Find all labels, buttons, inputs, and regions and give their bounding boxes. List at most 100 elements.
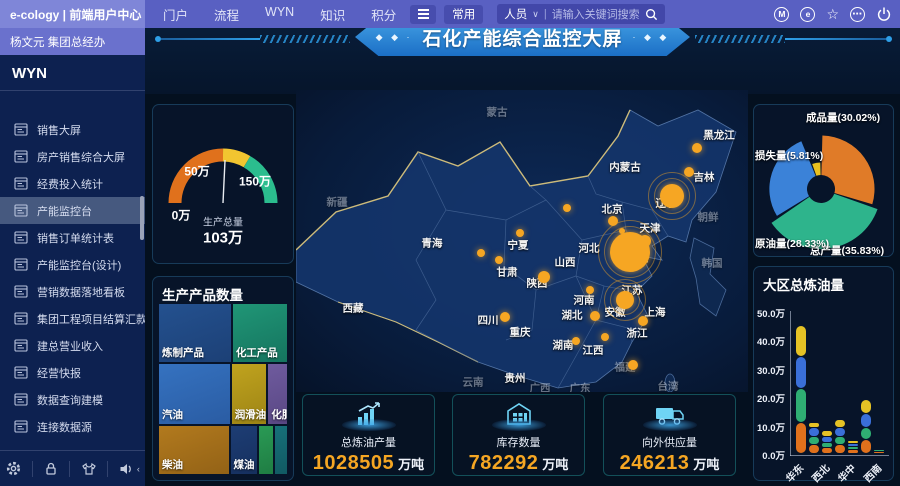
sidebar-item[interactable]: 集团工程项目结算汇款台账 (0, 305, 145, 332)
sidebar-item[interactable]: 经费投入统计 (0, 170, 145, 197)
treemap-cell[interactable] (275, 426, 287, 474)
map-province-label: 甘肃 (497, 265, 518, 280)
bar-segment (874, 450, 884, 451)
map-data-bubble[interactable] (601, 333, 609, 341)
search-icon[interactable] (645, 8, 658, 21)
more-icon[interactable]: ⋯ (850, 7, 865, 22)
bar-segment (874, 452, 884, 453)
bar-column[interactable] (861, 399, 871, 453)
bar-column[interactable] (848, 440, 858, 453)
shirt-icon[interactable] (81, 461, 97, 477)
map-data-bubble[interactable] (495, 256, 503, 264)
map-data-bubble[interactable] (500, 312, 510, 322)
map-data-bubble[interactable] (516, 229, 524, 237)
treemap-cell[interactable]: 化工产品 (233, 304, 287, 362)
sidebar-item[interactable]: 房产销售综合大屏 (0, 143, 145, 170)
lock-icon[interactable] (43, 461, 59, 477)
bar-segment (848, 444, 858, 446)
nav-item-2[interactable]: 流程 (214, 5, 239, 24)
treemap-cell[interactable]: 化肥 (268, 364, 287, 424)
sidebar-item[interactable]: 报表设计 (0, 440, 145, 446)
sidebar-item[interactable]: 销售大屏 (0, 116, 145, 143)
rose-pie-chart (754, 105, 893, 256)
map-province-label: 上海 (645, 305, 666, 320)
bar-segment (796, 357, 806, 387)
search-divider: | (544, 8, 547, 20)
sidebar-scrollbar[interactable] (140, 196, 144, 240)
gear-icon[interactable] (5, 460, 22, 477)
frequently-used-button[interactable]: 常用 (444, 5, 483, 24)
map-data-bubble[interactable] (572, 337, 580, 345)
user-info[interactable]: 杨文元 集团总经办 (0, 28, 145, 55)
map-data-bubble[interactable] (590, 311, 600, 321)
sidebar-item[interactable]: 销售订单统计表 (0, 224, 145, 251)
sidebar-item[interactable]: 经营快报 (0, 359, 145, 386)
map-data-bubble[interactable] (628, 360, 638, 370)
sidebar-item[interactable]: 产能监控台 (0, 197, 145, 224)
kpi-label: 向外供应量 (642, 434, 697, 450)
star-icon[interactable]: ☆ (826, 7, 839, 21)
bubble-ripple-ring (648, 172, 696, 220)
nav-item-5[interactable]: 积分 (371, 5, 396, 24)
sidebar-item-label: 集团工程项目结算汇款台账 (37, 311, 145, 327)
sidebar-item[interactable]: 数据查询建模 (0, 386, 145, 413)
hamburger-menu-icon[interactable] (410, 5, 436, 24)
map-province-label: 吉林 (694, 170, 715, 185)
treemap-cell[interactable]: 柴油 (159, 426, 229, 474)
map-data-bubble[interactable] (684, 167, 694, 177)
header-decor-right (695, 36, 892, 42)
sidebar-item-label: 经费投入统计 (37, 176, 103, 192)
map-province-label: 北京 (602, 202, 623, 217)
map-data-bubble[interactable] (638, 316, 648, 326)
global-search[interactable]: 人员 ∨ | 请输入关键词搜索 (497, 4, 664, 24)
sidebar-item[interactable]: 建总营业收入 (0, 332, 145, 359)
treemap-cell[interactable]: 润滑油 (232, 364, 267, 424)
bar-column[interactable] (835, 419, 845, 453)
sidebar-item-label: 连接数据源 (37, 419, 92, 435)
map-data-bubble[interactable] (538, 271, 550, 283)
map-data-bubble[interactable] (477, 249, 485, 257)
map-data-bubble[interactable] (586, 286, 594, 294)
kpi-value: 782292 (469, 452, 539, 475)
gauge-tick-mid: 50万 (184, 163, 209, 180)
treemap-cell[interactable]: 炼制产品 (159, 304, 231, 362)
gauge-value: 103万 (203, 227, 243, 248)
sidebar-item-label: 销售大屏 (37, 122, 81, 138)
treemap-cell[interactable]: 汽油 (159, 364, 230, 424)
sidebar-item[interactable]: 连接数据源 (0, 413, 145, 440)
sidebar-item[interactable]: 产能监控台(设计) (0, 251, 145, 278)
bar-y-tick-label: 20.0万 (757, 391, 785, 405)
search-input[interactable]: 请输入关键词搜索 (552, 6, 640, 22)
bar-segment (809, 428, 819, 436)
speaker-icon[interactable]: ‹ (118, 461, 140, 477)
map-province-label: 云南 (463, 375, 484, 390)
map-data-bubble[interactable] (692, 143, 702, 153)
map-province-label: 内蒙古 (609, 160, 641, 175)
bar-column[interactable] (809, 422, 819, 453)
bar-column[interactable] (796, 325, 806, 453)
search-category-select[interactable]: 人员 (504, 6, 527, 22)
power-icon[interactable] (876, 6, 892, 22)
nav-item-4[interactable]: 知识 (320, 5, 345, 24)
header-decor-left (155, 36, 350, 42)
treemap-cell[interactable] (259, 426, 272, 474)
report-icon (14, 177, 28, 190)
bar-column[interactable] (822, 430, 832, 453)
treemap-title: 生产产品数量 (153, 277, 293, 304)
nav-item-1[interactable]: 门户 (163, 5, 188, 24)
bar-x-category-label: 华中 (834, 460, 859, 485)
map-province-label: 黑龙江 (703, 128, 735, 143)
pie-sector-成品量[interactable] (821, 136, 874, 205)
treemap-cell[interactable]: 煤油 (231, 426, 258, 474)
nav-item-3[interactable]: WYN (265, 5, 294, 24)
kpi-label: 库存数量 (497, 434, 541, 450)
m-badge-icon[interactable]: M (774, 7, 789, 22)
app-window: e-cology | 前端用户中心 门户流程WYN知识积分 常用 人员 ∨ | … (0, 0, 900, 486)
map-data-bubble[interactable] (563, 204, 571, 212)
report-icon (14, 366, 28, 379)
sidebar-item-label: 房产销售综合大屏 (37, 149, 125, 165)
e-badge-icon[interactable]: e (800, 7, 815, 22)
kpi-icon-wrap (641, 401, 699, 431)
bar-column[interactable] (874, 450, 884, 453)
sidebar-item[interactable]: 营销数据落地看板 (0, 278, 145, 305)
